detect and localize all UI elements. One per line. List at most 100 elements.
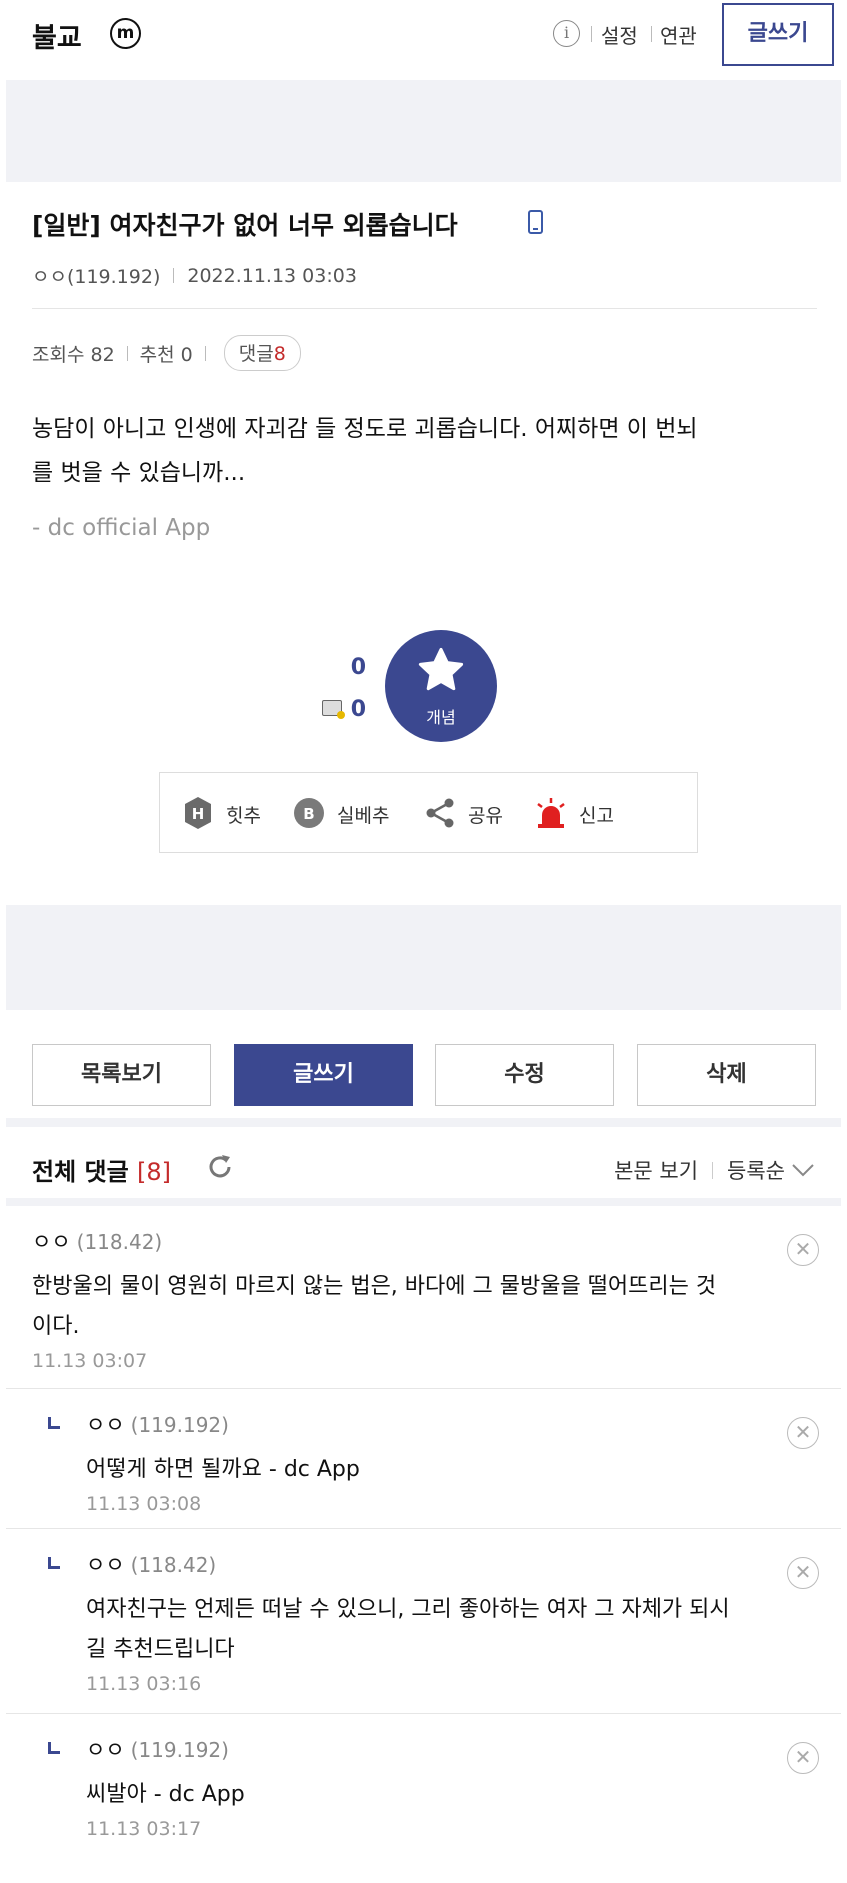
reply-item: ㅇㅇ (118.42) ✕ 여자친구는 언제든 떠날 수 있으니, 그리 좋아하는… [6, 1529, 841, 1714]
star-button-label: 개념 [426, 708, 456, 727]
gallery-title[interactable]: 불교 [32, 16, 82, 55]
ad-banner-area [6, 905, 841, 1010]
post-body-line: 를 벗을 수 있습니까... [32, 460, 246, 486]
share-icon [426, 798, 454, 828]
comment-date: 11.13 03:16 [86, 1673, 202, 1695]
comment-author[interactable]: ㅇㅇ (119.192) [86, 1409, 229, 1439]
best-label: 실베추 [337, 805, 390, 827]
siren-icon [537, 798, 565, 828]
hit-icon: H [185, 797, 211, 829]
section-divider [6, 1198, 841, 1206]
comment-author[interactable]: ㅇㅇ (118.42) [86, 1549, 216, 1579]
comment-name: ㅇㅇ [86, 1553, 125, 1577]
comment-author[interactable]: ㅇㅇ (119.192) [86, 1734, 229, 1764]
ad-banner-area [6, 80, 841, 182]
comment-name: ㅇㅇ [32, 1230, 71, 1254]
refresh-icon[interactable] [205, 1152, 235, 1182]
reply-label: 댓글 [238, 343, 274, 365]
sort-select[interactable]: 등록순 [727, 1155, 815, 1185]
options-separator [712, 1161, 714, 1179]
recommend-up-count: 0 [350, 655, 366, 680]
action-bar: H 힛추 B 실베추 공유 신고 [159, 772, 698, 853]
post-meta: ㅇㅇ(119.192) 2022.11.13 03:03 [32, 262, 357, 289]
fixed-nick-icon [322, 700, 345, 719]
list-button[interactable]: 목록보기 [32, 1044, 211, 1106]
comment-delete-icon[interactable]: ✕ [787, 1234, 819, 1266]
best-recommend-button[interactable]: B 실베추 [291, 795, 401, 831]
comment-date: 11.13 03:08 [86, 1493, 202, 1515]
recommend-count: 추천 0 [139, 343, 193, 366]
header-separator [651, 26, 652, 42]
share-label: 공유 [468, 805, 503, 827]
reply-item: ㅇㅇ (119.192) ✕ 어떻게 하면 될까요 - dc App 11.13 … [6, 1389, 841, 1529]
divider [32, 308, 817, 309]
comment-date: 11.13 03:07 [32, 1350, 148, 1372]
comment-author[interactable]: ㅇㅇ (118.42) [32, 1226, 162, 1256]
post-body: 농담이 아니고 인생에 자괴감 들 정도로 괴롭습니다. 어찌하면 이 번뇌 를… [32, 407, 822, 495]
comment-ip: (118.42) [130, 1553, 217, 1577]
fixed-recommend-count: 0 [350, 697, 366, 722]
top-header: 불교 m i 설정 연관 글쓰기 [6, 0, 841, 78]
hit-recommend-button[interactable]: H 힛추 [180, 795, 270, 831]
comment-name: ㅇㅇ [86, 1738, 125, 1762]
comments-count: [8] [137, 1158, 172, 1186]
chevron-down-icon [792, 1164, 814, 1177]
sort-label: 등록순 [727, 1159, 785, 1183]
comment-text: 씨발아 - dc App [86, 1775, 245, 1815]
comment-delete-icon[interactable]: ✕ [787, 1417, 819, 1449]
comment-text-line: 어떻게 하면 될까요 - dc App [86, 1457, 360, 1482]
post-title: [일반] 여자친구가 없어 너무 외롭습니다 [32, 211, 458, 240]
stats-separator [126, 345, 128, 361]
view-count: 조회수 82 [32, 343, 115, 366]
info-icon[interactable]: i [553, 20, 580, 47]
post-stats: 조회수 82 추천 0 댓글8 [32, 335, 301, 371]
comments-options: 본문 보기 등록순 [614, 1155, 815, 1185]
edit-button[interactable]: 수정 [435, 1044, 614, 1106]
app-signature: - dc official App [32, 515, 211, 541]
reply-arrow-icon [48, 1742, 60, 1754]
comments-title-text: 전체 댓글 [32, 1158, 129, 1186]
share-button[interactable]: 공유 [422, 795, 512, 831]
page: 불교 m i 설정 연관 글쓰기 [일반] 여자친구가 없어 너무 외롭습니다 … [6, 0, 841, 1883]
reply-count-badge[interactable]: 댓글8 [223, 335, 301, 371]
report-button[interactable]: 신고 [533, 795, 623, 831]
report-label: 신고 [579, 805, 614, 827]
concept-recommend-button[interactable]: 개념 [385, 630, 497, 742]
write-button-top[interactable]: 글쓰기 [722, 3, 834, 66]
post-body-line: 농담이 아니고 인생에 자괴감 들 정도로 괴롭습니다. 어찌하면 이 번뇌 [32, 416, 698, 442]
write-button[interactable]: 글쓰기 [234, 1044, 413, 1106]
header-separator [591, 26, 592, 42]
related-link[interactable]: 연관 [660, 20, 697, 49]
comment-text-line: 씨발아 - dc App [86, 1782, 245, 1807]
settings-link[interactable]: 설정 [601, 20, 638, 49]
section-divider [6, 1118, 841, 1127]
best-icon-glyph: B [303, 805, 314, 823]
comment-name: ㅇㅇ [86, 1413, 125, 1437]
comment-delete-icon[interactable]: ✕ [787, 1557, 819, 1589]
comment-ip: (119.192) [130, 1738, 229, 1762]
comment-text-line: 길 추천드립니다 [86, 1637, 235, 1662]
comment-item: ㅇㅇ (118.42) ✕ 한방울의 물이 영원히 마르지 않는 법은, 바다에 … [6, 1206, 841, 1389]
post-author[interactable]: ㅇㅇ(119.192) [32, 262, 160, 289]
best-icon: B [294, 798, 324, 828]
view-body-link[interactable]: 본문 보기 [614, 1155, 698, 1185]
mini-gallery-icon: m [110, 18, 141, 49]
comment-text: 여자친구는 언제든 떠날 수 있으니, 그리 좋아하는 여자 그 자체가 되시 … [86, 1590, 730, 1670]
comment-text-line: 한방울의 물이 영원히 마르지 않는 법은, 바다에 그 물방울을 떨어뜨리는 … [32, 1274, 717, 1299]
comment-date: 11.13 03:17 [86, 1818, 202, 1840]
star-icon [418, 647, 464, 691]
post-date: 2022.11.13 03:03 [187, 264, 357, 287]
stats-separator [204, 345, 206, 361]
reply-arrow-icon [48, 1417, 60, 1429]
reply-item: ㅇㅇ (119.192) ✕ 씨발아 - dc App 11.13 03:17 [6, 1714, 841, 1874]
comment-text-line: 이다. [32, 1314, 80, 1339]
reply-count: 8 [273, 343, 286, 365]
mobile-icon [528, 210, 543, 234]
hit-label: 힛추 [226, 805, 261, 827]
comment-ip: (118.42) [76, 1230, 163, 1254]
hit-icon-glyph: H [192, 805, 205, 823]
comments-title: 전체 댓글 [8] [32, 1152, 171, 1187]
comment-text: 어떻게 하면 될까요 - dc App [86, 1450, 360, 1490]
comment-delete-icon[interactable]: ✕ [787, 1742, 819, 1774]
delete-button[interactable]: 삭제 [637, 1044, 816, 1106]
